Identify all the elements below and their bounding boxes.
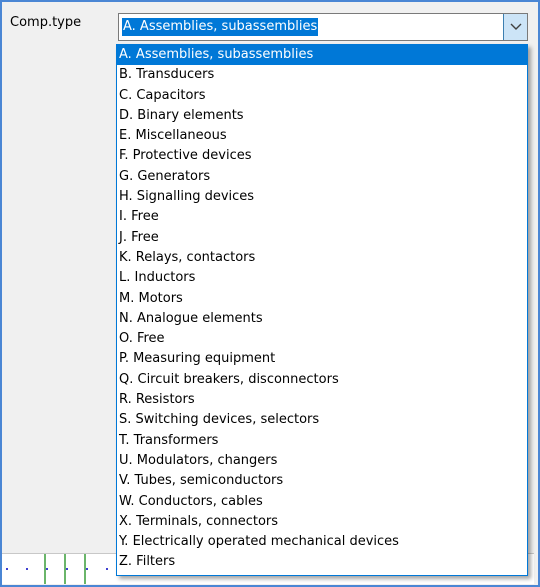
comp-type-selected-value[interactable]: A. Assemblies, subassemblies	[122, 18, 319, 36]
grid-dot	[106, 568, 108, 570]
grid-dot	[6, 568, 8, 570]
dropdown-option[interactable]: N. Analogue elements	[117, 309, 527, 329]
dropdown-option[interactable]: D. Binary elements	[117, 106, 527, 126]
dropdown-option[interactable]: E. Miscellaneous	[117, 126, 527, 146]
dropdown-option[interactable]: G. Generators	[117, 167, 527, 187]
grid-dot	[26, 568, 28, 570]
grid-dot	[86, 568, 88, 570]
comp-type-dropdown-list[interactable]: A. Assemblies, subassemblies B. Transduce…	[116, 44, 528, 576]
dropdown-option[interactable]: M. Motors	[117, 289, 527, 309]
dropdown-option[interactable]: A. Assemblies, subassemblies	[117, 45, 527, 66]
grid-dot	[46, 568, 48, 570]
dropdown-option[interactable]: T. Transformers	[117, 431, 527, 451]
wire-line	[64, 554, 66, 584]
dropdown-option[interactable]: X. Terminals, connectors	[117, 512, 527, 532]
dropdown-option[interactable]: B. Transducers	[117, 65, 527, 85]
dropdown-option[interactable]: Y. Electrically operated mechanical devi…	[117, 532, 527, 552]
dropdown-option[interactable]: K. Relays, contactors	[117, 248, 527, 268]
dropdown-option[interactable]: Q. Circuit breakers, disconnectors	[117, 370, 527, 390]
dropdown-option[interactable]: Z. Filters	[117, 552, 527, 572]
dropdown-option[interactable]: O. Free	[117, 329, 527, 349]
dropdown-option[interactable]: J. Free	[117, 228, 527, 248]
dropdown-option[interactable]: U. Modulators, changers	[117, 451, 527, 471]
dropdown-option[interactable]: L. Inductors	[117, 268, 527, 288]
dropdown-option[interactable]: V. Tubes, semiconductors	[117, 471, 527, 491]
chevron-down-icon	[510, 23, 521, 30]
dropdown-option[interactable]: S. Switching devices, selectors	[117, 410, 527, 430]
dropdown-option[interactable]: F. Protective devices	[117, 146, 527, 166]
dropdown-option[interactable]: W. Conductors, cables	[117, 492, 527, 512]
dropdown-option[interactable]: R. Resistors	[117, 390, 527, 410]
grid-dot	[66, 568, 68, 570]
comp-type-label: Comp.type	[10, 15, 82, 30]
dropdown-button[interactable]	[503, 14, 527, 40]
dropdown-option[interactable]: P. Measuring equipment	[117, 349, 527, 369]
wire-line	[84, 554, 86, 584]
dropdown-option[interactable]: I. Free	[117, 207, 527, 227]
dropdown-option[interactable]: C. Capacitors	[117, 86, 527, 106]
wire-line	[44, 554, 46, 584]
comp-type-combobox[interactable]: A. Assemblies, subassemblies	[118, 13, 528, 41]
dropdown-option[interactable]: H. Signalling devices	[117, 187, 527, 207]
